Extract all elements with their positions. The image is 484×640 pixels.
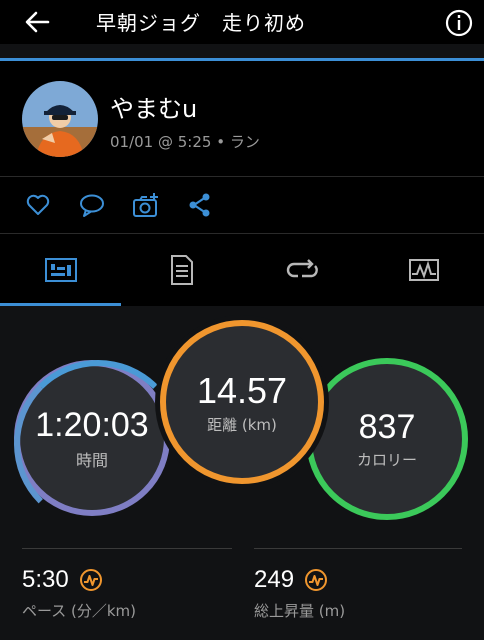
info-button[interactable]: [444, 8, 474, 38]
comment-icon: [80, 194, 104, 217]
add-photo-button[interactable]: [132, 191, 160, 219]
tab-laps[interactable]: [242, 234, 363, 306]
avatar[interactable]: [22, 81, 98, 157]
action-bar: [0, 177, 484, 233]
active-tab-indicator: [0, 303, 121, 306]
distance-label: 距離 (km): [207, 415, 277, 434]
like-button[interactable]: [24, 191, 52, 219]
pace-value: 5:30: [22, 566, 69, 593]
stats-tab-icon: [44, 258, 77, 282]
comment-button[interactable]: [78, 191, 106, 219]
document-icon: [170, 255, 193, 285]
share-icon: [189, 193, 210, 217]
tab-details[interactable]: [121, 234, 242, 306]
calories-value: 837: [358, 408, 416, 446]
share-button[interactable]: [186, 191, 214, 219]
divider: [22, 548, 232, 549]
time-ring: 1:20:03 時間: [14, 360, 182, 528]
ascent-value: 249: [254, 566, 295, 593]
user-name[interactable]: やまむu: [110, 89, 197, 124]
ascent-stat[interactable]: 249 総上昇量 (m): [254, 566, 345, 621]
calories-label: カロリー: [356, 451, 417, 469]
performance-icon: [79, 569, 102, 591]
back-button[interactable]: [22, 8, 54, 36]
distance-ring: 14.57 距離 (km): [160, 320, 324, 484]
tab-stats[interactable]: [0, 234, 121, 306]
camera-plus-icon: [133, 193, 158, 217]
activity-header: やまむu 01/01 @ 5:25 • ラン: [0, 61, 484, 176]
tab-bar: [0, 234, 484, 306]
chart-icon: [408, 259, 439, 281]
distance-value: 14.57: [196, 369, 288, 411]
pace-stat[interactable]: 5:30 ペース (分／km): [22, 566, 136, 621]
performance-icon: [305, 569, 328, 591]
back-arrow-icon: [25, 11, 50, 33]
app-bar: 早朝ジョグ 走り初め: [0, 0, 484, 44]
loop-icon: [286, 259, 318, 278]
info-icon: [445, 9, 473, 37]
divider: [254, 548, 462, 549]
tab-charts[interactable]: [363, 234, 484, 306]
ascent-label: 総上昇量 (m): [254, 602, 346, 620]
heart-icon: [26, 194, 50, 215]
pace-label: ペース (分／km): [22, 602, 137, 620]
time-value: 1:20:03: [35, 405, 149, 444]
activity-title: 早朝ジョグ 走り初め: [96, 11, 306, 35]
avatar-image: [22, 81, 98, 157]
time-label: 時間: [75, 450, 108, 470]
activity-meta: 01/01 @ 5:25 • ラン: [110, 133, 260, 151]
calories-ring: 837 カロリー: [306, 358, 468, 520]
